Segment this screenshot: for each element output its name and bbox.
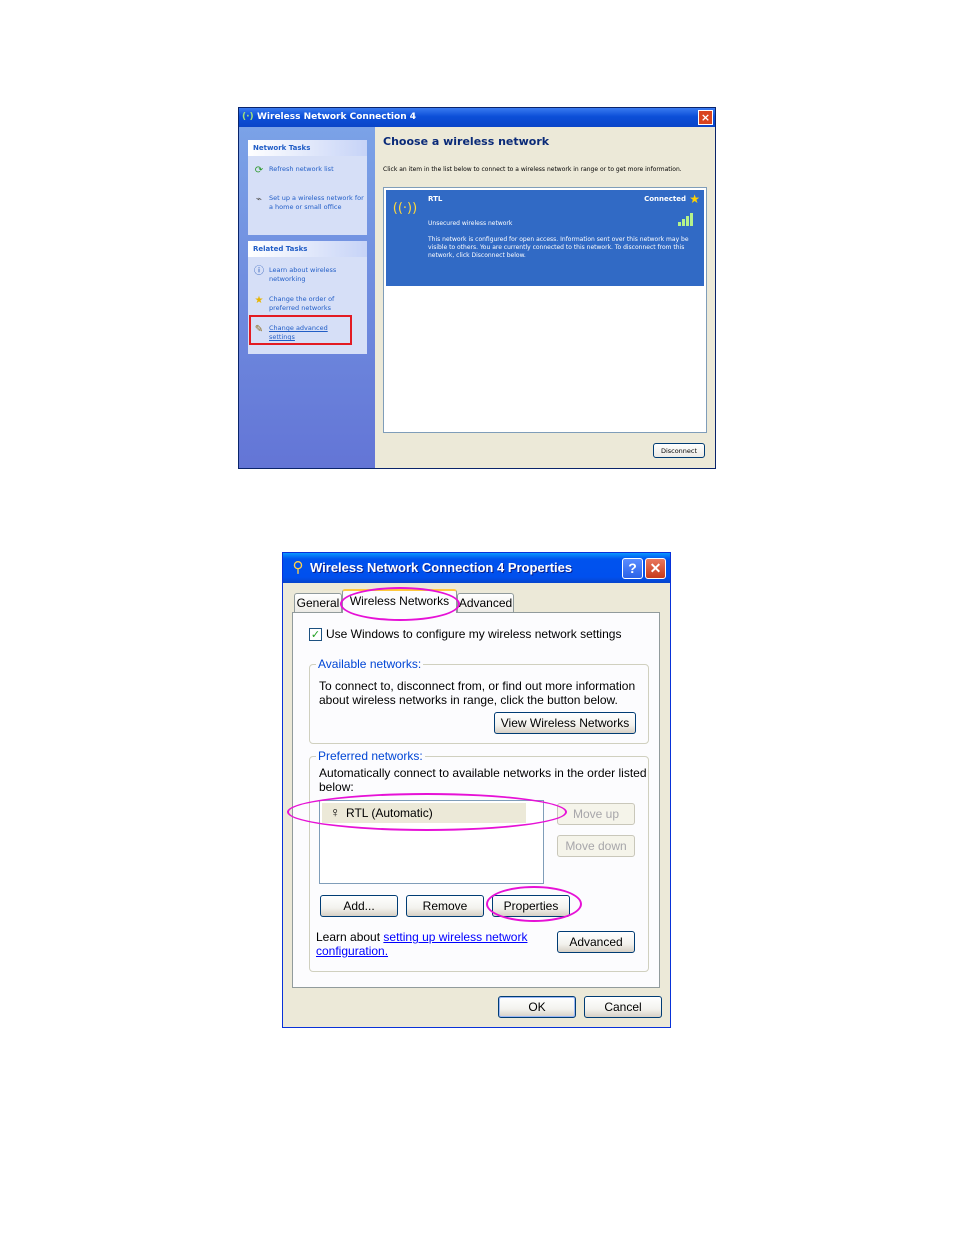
network-tasks-box: Network Tasks ⟳ Refresh network list ⌁ S… xyxy=(248,140,367,235)
cancel-button[interactable]: Cancel xyxy=(584,996,662,1018)
network-security: Unsecured wireless network xyxy=(428,220,513,227)
network-tasks-header: Network Tasks xyxy=(248,140,367,156)
network-antenna-icon: ♀ xyxy=(330,804,341,820)
wireless-network-connection-window: (·) Wireless Network Connection 4 × Netw… xyxy=(238,107,716,469)
preferred-text-line1: Automatically connect to available netwo… xyxy=(319,766,647,780)
tab-advanced[interactable]: Advanced xyxy=(457,593,514,612)
move-up-button[interactable]: Move up xyxy=(557,803,635,825)
highlight-box xyxy=(249,315,352,345)
use-windows-label[interactable]: Use Windows to configure my wireless net… xyxy=(326,627,621,641)
available-networks-group: Available networks: To connect to, disco… xyxy=(309,657,649,744)
view-wireless-networks-button[interactable]: View Wireless Networks xyxy=(494,712,636,734)
preferred-star-icon: ★ xyxy=(689,192,700,206)
info-icon: ⓘ xyxy=(254,266,264,277)
available-networks-label: Available networks: xyxy=(316,657,424,671)
star-icon: ★ xyxy=(254,295,264,306)
preferred-text-line2: below: xyxy=(319,780,354,794)
window-titlebar[interactable]: (·) Wireless Network Connection 4 × xyxy=(239,108,715,127)
task-label: Refresh network list xyxy=(269,165,334,173)
advanced-button[interactable]: Advanced xyxy=(557,931,635,953)
use-windows-checkbox[interactable]: ✓ xyxy=(309,628,322,641)
properties-button[interactable]: Properties xyxy=(492,895,570,917)
preferred-networks-list[interactable]: ♀ RTL (Automatic) xyxy=(319,800,544,884)
checkmark-icon: ✓ xyxy=(310,628,321,641)
related-tasks-header: Related Tasks xyxy=(248,241,367,257)
network-status: Connected xyxy=(644,195,686,203)
window-title: Wireless Network Connection 4 xyxy=(257,112,416,122)
preferred-networks-label: Preferred networks: xyxy=(316,749,425,763)
learn-prefix: Learn about xyxy=(316,930,384,944)
wireless-networks-page: ✓ Use Windows to configure my wireless n… xyxy=(292,612,660,988)
network-item-rtl[interactable]: ((·)) RTL Connected ★ Unsecured wireless… xyxy=(386,190,704,286)
network-description: This network is configured for open acce… xyxy=(428,236,689,259)
task-label: Change the order of preferred networks xyxy=(269,295,335,312)
available-text-line2: about wireless networks in range, click … xyxy=(319,693,618,707)
help-icon: ? xyxy=(628,560,637,576)
move-down-button[interactable]: Move down xyxy=(557,835,635,857)
remove-button[interactable]: Remove xyxy=(406,895,484,917)
disconnect-button[interactable]: Disconnect xyxy=(653,443,705,458)
close-icon: ✕ xyxy=(649,560,662,576)
network-ssid: RTL xyxy=(428,195,443,203)
network-name: RTL (Automatic) xyxy=(346,806,433,820)
close-button[interactable]: ✕ xyxy=(645,558,666,579)
dialog-title: Wireless Network Connection 4 Properties xyxy=(310,560,573,575)
signal-strength-icon xyxy=(678,212,698,226)
ok-button[interactable]: OK xyxy=(498,996,576,1018)
learn-link[interactable]: setting up wireless network xyxy=(383,930,527,944)
task-label: Learn about wireless networking xyxy=(269,266,337,283)
add-button[interactable]: Add... xyxy=(320,895,398,917)
task-label: Set up a wireless network for a home or … xyxy=(269,194,364,211)
close-button[interactable]: × xyxy=(698,110,713,125)
preferred-networks-group: Preferred networks: Automatically connec… xyxy=(309,749,649,972)
wireless-icon: (·) xyxy=(242,112,254,122)
available-text-line1: To connect to, disconnect from, or find … xyxy=(319,679,636,693)
learn-about-text: Learn about setting up wireless network xyxy=(316,930,527,944)
tab-wireless-networks[interactable]: Wireless Networks xyxy=(342,589,457,613)
network-connection-icon: ⚲ xyxy=(292,559,304,576)
list-item[interactable]: ♀ RTL (Automatic) xyxy=(322,803,526,823)
pane-heading: Choose a wireless network xyxy=(383,135,550,148)
network-list-pane: Choose a wireless network Click an item … xyxy=(375,127,715,468)
instruction-text: Click an item in the list below to conne… xyxy=(383,166,682,173)
wireless-network-list: ((·)) RTL Connected ★ Unsecured wireless… xyxy=(383,187,707,433)
properties-dialog: ⚲ Wireless Network Connection 4 Properti… xyxy=(282,552,671,1028)
close-icon: × xyxy=(700,111,711,124)
tasks-pane: Network Tasks ⟳ Refresh network list ⌁ S… xyxy=(239,127,375,468)
antenna-icon: ((·)) xyxy=(392,201,418,216)
wireless-setup-icon: ⌁ xyxy=(255,194,263,205)
refresh-icon: ⟳ xyxy=(254,165,264,176)
tab-general[interactable]: General xyxy=(294,593,342,612)
learn-link-continued[interactable]: configuration. xyxy=(316,944,388,958)
dialog-titlebar[interactable]: ⚲ Wireless Network Connection 4 Properti… xyxy=(283,553,670,583)
help-button[interactable]: ? xyxy=(622,558,643,579)
